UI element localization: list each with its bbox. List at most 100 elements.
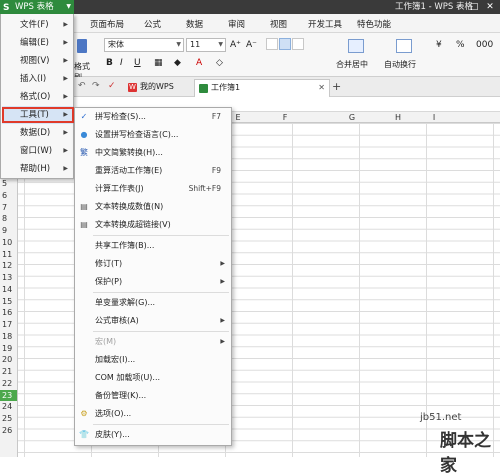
menu-format[interactable]: 格式(O) ▶ (2, 88, 73, 106)
row-number[interactable]: 24 (0, 401, 17, 413)
row-number[interactable]: 16 (0, 307, 17, 319)
row-number[interactable]: 7 (0, 202, 17, 214)
row-number[interactable]: 9 (0, 225, 17, 237)
row-number[interactable]: 26 (0, 425, 17, 437)
bold-button[interactable]: B (106, 57, 113, 69)
row-number[interactable]: 15 (0, 296, 17, 308)
menu-edit[interactable]: 编辑(E) ▶ (2, 34, 73, 52)
fill-color-icon[interactable]: ◆ (174, 57, 181, 69)
thousands-icon[interactable]: 000 (476, 39, 493, 51)
tab-formula[interactable]: 公式 (144, 18, 161, 30)
column-f[interactable]: F (275, 112, 295, 123)
row-number[interactable]: 20 (0, 354, 17, 366)
underline-button[interactable]: U (134, 57, 141, 69)
menu-skin[interactable]: 👕 皮肤(Y)... (75, 426, 231, 444)
menu-file[interactable]: 文件(F) ▶ (2, 16, 73, 34)
row-number[interactable]: 13 (0, 272, 17, 284)
add-tab-button[interactable]: + (332, 80, 341, 93)
close-icon[interactable]: ✕ (484, 0, 496, 14)
row-number[interactable]: 14 (0, 284, 17, 296)
menu-chinese-convert-label: 中文简繁转换(H)... (95, 148, 163, 157)
wps-menu-button[interactable]: S WPS 表格 ▼ (0, 0, 74, 14)
menu-data[interactable]: 数据(D) ▶ (2, 124, 73, 142)
row-number[interactable]: 5 (0, 178, 17, 190)
menu-help[interactable]: 帮助(H) ▶ (2, 160, 73, 178)
tab-mywps[interactable]: W 我的WPS (124, 79, 194, 97)
percent-icon[interactable]: % (456, 39, 465, 51)
align-top-icon[interactable] (266, 38, 278, 50)
chevron-right-icon: ▶ (63, 129, 68, 136)
menu-backup[interactable]: 备份管理(K)... (75, 387, 231, 405)
align-bottom-icon[interactable] (292, 38, 304, 50)
font-size-value: 11 (190, 40, 201, 49)
tab-page-layout[interactable]: 页面布局 (90, 18, 124, 30)
tab-special[interactable]: 特色功能 (357, 18, 391, 30)
row-number[interactable]: 12 (0, 260, 17, 272)
merge-center-button[interactable]: 合并居中 (336, 39, 376, 75)
redo-icon[interactable]: ↷ (92, 81, 100, 91)
menu-protect[interactable]: 保护(P) ▶ (75, 273, 231, 291)
number-format-icon[interactable]: ¥ (436, 39, 442, 51)
menu-text-to-number[interactable]: ▤ 文本转换成数值(N) (75, 198, 231, 216)
menu-chinese-convert[interactable]: 繁中文简繁转换(H)... (75, 144, 231, 162)
italic-button[interactable]: I (120, 57, 123, 69)
row-number[interactable]: 19 (0, 343, 17, 355)
row-number[interactable]: 17 (0, 319, 17, 331)
ribbon-tab-bar: 页面布局 公式 数据 审阅 视图 开发工具 特色功能 (74, 14, 500, 33)
tab-developer[interactable]: 开发工具 (308, 18, 342, 30)
maximize-icon[interactable]: □ (468, 0, 480, 14)
tab-view[interactable]: 视图 (270, 18, 287, 30)
row-number[interactable]: 25 (0, 413, 17, 425)
menu-options[interactable]: ⚙ 选项(O)... (75, 405, 231, 423)
tab-review[interactable]: 审阅 (228, 18, 245, 30)
row-number[interactable]: 6 (0, 190, 17, 202)
clear-format-icon[interactable]: ◇ (216, 57, 223, 69)
row-number[interactable]: 8 (0, 213, 17, 225)
row-number[interactable]: 18 (0, 331, 17, 343)
column-g[interactable]: G (342, 112, 362, 123)
column-i[interactable]: I (424, 112, 444, 123)
align-middle-icon[interactable] (279, 38, 291, 50)
menu-com-addins[interactable]: COM 加载项(U)... (75, 369, 231, 387)
menu-formula-audit[interactable]: 公式审核(A) ▶ (75, 312, 231, 330)
font-name-select[interactable]: 宋体 ▼ (104, 38, 184, 52)
menu-addins[interactable]: 加载宏(I)... (75, 351, 231, 369)
menu-com-addins-label: COM 加载项(U)... (95, 373, 161, 382)
tab-data[interactable]: 数据 (186, 18, 203, 30)
menu-insert[interactable]: 插入(I) ▶ (2, 70, 73, 88)
main-menu: 文件(F) ▶ 编辑(E) ▶ 视图(V) ▶ 插入(I) ▶ 格式(O) ▶ 工具(T)… (0, 14, 74, 179)
menu-revisions[interactable]: 修订(T) ▶ (75, 255, 231, 273)
menu-format-label: 格式(O) (20, 92, 51, 102)
undo-icon[interactable]: ↶ (78, 81, 86, 91)
tab-workbook[interactable]: 工作簿1 ✕ (194, 79, 330, 97)
font-name-value: 宋体 (108, 40, 124, 49)
wps-logo-icon: S (3, 3, 10, 13)
wrap-text-button[interactable]: 自动换行 (384, 39, 424, 75)
row-number[interactable]: 11 (0, 249, 17, 261)
grow-font-button[interactable]: A⁺ (230, 39, 241, 51)
menu-calc-sheet[interactable]: 计算工作表(J) Shift+F9 (75, 180, 231, 198)
row-number[interactable]: 21 (0, 366, 17, 378)
font-size-select[interactable]: 11 ▼ (186, 38, 226, 52)
menu-spell-check[interactable]: ✓ 拼写检查(S)... F7 (75, 108, 231, 126)
border-icon[interactable]: ▦ (154, 57, 163, 69)
font-color-icon[interactable]: A (196, 57, 202, 69)
menu-spell-language[interactable]: ● 设置拼写检查语言(C)... (75, 126, 231, 144)
format-painter-button[interactable]: 格式刷 (74, 37, 97, 82)
minimize-icon[interactable]: – (453, 0, 465, 14)
row-number[interactable]: 10 (0, 237, 17, 249)
row-number[interactable]: 22 (0, 378, 17, 390)
column-h[interactable]: H (388, 112, 408, 123)
menu-addins-label: 加载宏(I)... (95, 355, 136, 364)
menu-recalc-workbook[interactable]: 重算活动工作簿(E) F9 (75, 162, 231, 180)
close-icon[interactable]: ✕ (318, 80, 325, 96)
chevron-right-icon: ▶ (63, 39, 68, 46)
menu-view[interactable]: 视图(V) ▶ (2, 52, 73, 70)
menu-window[interactable]: 窗口(W) ▶ (2, 142, 73, 160)
menu-share-workbook[interactable]: 共享工作簿(B)... (75, 237, 231, 255)
shrink-font-button[interactable]: A⁻ (246, 39, 257, 51)
menu-text-to-link[interactable]: ▤ 文本转换成超链接(V) (75, 216, 231, 234)
menu-goal-seek[interactable]: 单变量求解(G)... (75, 294, 231, 312)
row-number[interactable]: 23 (0, 389, 17, 402)
tools-highlight-box (2, 107, 74, 123)
